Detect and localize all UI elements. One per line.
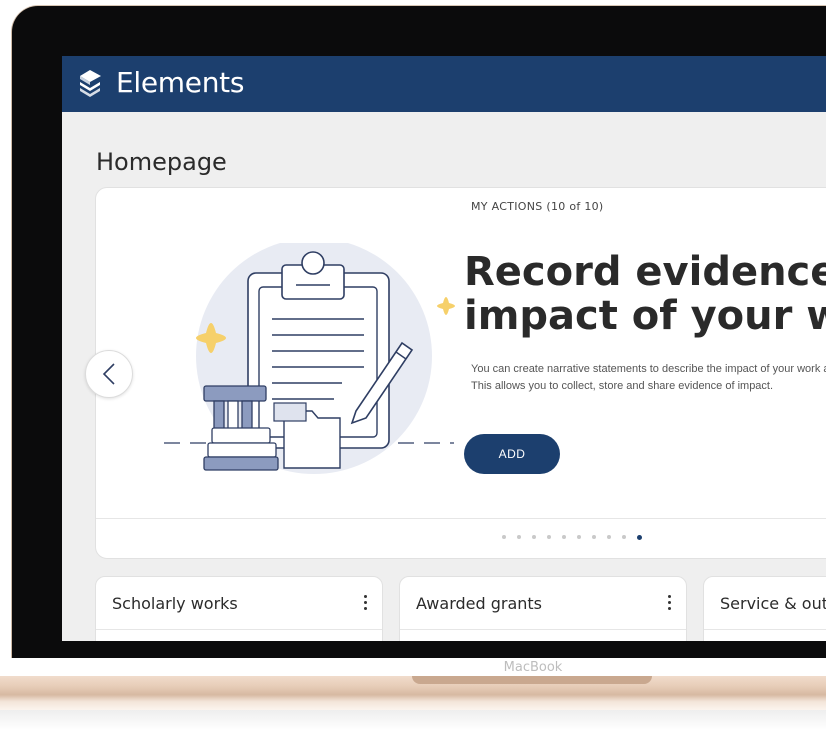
action-description: You can create narrative statements to d… bbox=[471, 363, 826, 392]
pagination-dot[interactable] bbox=[517, 535, 521, 539]
my-actions-label: MY ACTIONS (10 of 10) bbox=[471, 200, 604, 213]
pagination-dot[interactable] bbox=[607, 535, 611, 539]
laptop-shadow bbox=[0, 710, 826, 730]
carousel-divider bbox=[96, 518, 826, 519]
more-vertical-icon[interactable] bbox=[360, 589, 370, 615]
pagination-dot[interactable] bbox=[502, 535, 506, 539]
widget-awarded-grants: Awarded grants bbox=[399, 576, 687, 641]
pagination-dot[interactable] bbox=[532, 535, 536, 539]
my-actions-carousel: MY ACTIONS (10 of 10) Record evidence of… bbox=[95, 187, 826, 559]
widget-title: Awarded grants bbox=[416, 594, 543, 613]
device-label: MacBook bbox=[503, 660, 563, 675]
widget-scholarly-works: Scholarly works bbox=[95, 576, 383, 641]
widget-divider bbox=[96, 629, 382, 630]
pagination-dot[interactable] bbox=[622, 535, 626, 539]
app-name[interactable]: Elements bbox=[116, 66, 244, 99]
laptop-bezel: Elements Homepage MY ACTIONS (10 of 10) … bbox=[12, 6, 826, 658]
carousel-pagination bbox=[502, 534, 642, 540]
laptop-base bbox=[0, 676, 826, 710]
pagination-dot[interactable] bbox=[547, 535, 551, 539]
carousel-prev-button[interactable] bbox=[85, 350, 133, 398]
widget-title: Service & outreach bbox=[720, 594, 826, 613]
app-screen: Elements Homepage MY ACTIONS (10 of 10) … bbox=[62, 56, 826, 641]
elements-logo-icon[interactable] bbox=[74, 67, 106, 99]
widget-divider bbox=[400, 629, 686, 630]
pagination-dot[interactable] bbox=[592, 535, 596, 539]
laptop-notch bbox=[412, 676, 652, 684]
widget-service-outreach: Service & outreach bbox=[703, 576, 826, 641]
add-button[interactable]: ADD bbox=[464, 434, 560, 474]
pagination-dot[interactable] bbox=[577, 535, 581, 539]
action-headline: Record evidence of the impact of your wo… bbox=[464, 249, 826, 339]
chevron-left-icon bbox=[102, 363, 115, 385]
evidence-illustration bbox=[164, 243, 455, 474]
pagination-dot[interactable] bbox=[637, 534, 642, 540]
widget-divider bbox=[704, 629, 826, 630]
more-vertical-icon[interactable] bbox=[664, 589, 674, 615]
app-header: Elements bbox=[62, 56, 826, 112]
pagination-dot[interactable] bbox=[562, 535, 566, 539]
widget-title: Scholarly works bbox=[112, 594, 238, 613]
page-title: Homepage bbox=[96, 148, 227, 176]
